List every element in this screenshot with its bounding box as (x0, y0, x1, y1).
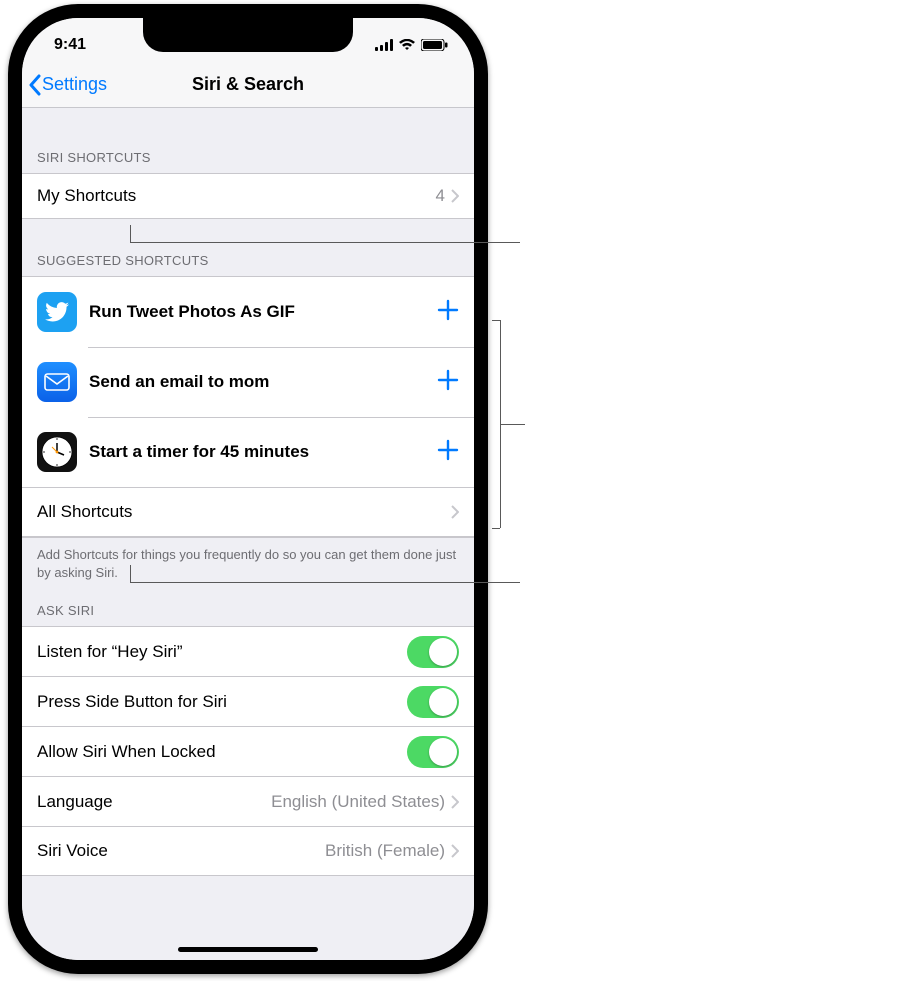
callout-line (130, 225, 131, 242)
chevron-right-icon (451, 189, 459, 203)
callout-line (492, 320, 500, 321)
volume-down-button (10, 284, 16, 354)
notch (143, 18, 353, 52)
wifi-icon (398, 39, 416, 51)
suggested-shortcut-row[interactable]: Run Tweet Photos As GIF (22, 277, 474, 347)
group-suggested: Run Tweet Photos As GIF Send an email to… (22, 276, 474, 538)
iphone-frame: 9:41 Settings S (8, 4, 488, 974)
callout-line (130, 582, 520, 583)
suggested-shortcut-label: Start a timer for 45 minutes (89, 442, 427, 462)
add-shortcut-button[interactable] (427, 364, 459, 400)
battery-icon (421, 39, 448, 51)
label-hey-siri: Listen for “Hey Siri” (37, 642, 182, 662)
label-press-side-button: Press Side Button for Siri (37, 692, 227, 712)
navigation-bar: Settings Siri & Search (22, 62, 474, 108)
status-right (375, 39, 448, 51)
row-my-shortcuts[interactable]: My Shortcuts 4 (22, 173, 474, 219)
label-my-shortcuts: My Shortcuts (37, 186, 136, 206)
suggested-shortcut-row[interactable]: Send an email to mom (22, 347, 474, 417)
chevron-right-icon (451, 505, 459, 519)
label-language: Language (37, 792, 113, 812)
chevron-left-icon (28, 74, 42, 96)
callout-line (130, 565, 131, 582)
screen: 9:41 Settings S (22, 18, 474, 960)
row-all-shortcuts[interactable]: All Shortcuts (22, 487, 474, 537)
section-footer-suggested: Add Shortcuts for things you frequently … (22, 538, 474, 581)
clock-app-icon (37, 432, 77, 472)
add-shortcut-button[interactable] (427, 294, 459, 330)
suggested-shortcut-label: Send an email to mom (89, 372, 427, 392)
value-my-shortcuts-count: 4 (436, 186, 445, 206)
callout-line (130, 242, 520, 243)
volume-up-button (10, 204, 16, 274)
value-siri-voice: British (Female) (325, 841, 445, 861)
row-hey-siri[interactable]: Listen for “Hey Siri” (22, 626, 474, 676)
section-header-ask-siri: ASK SIRI (22, 581, 474, 626)
back-button[interactable]: Settings (28, 74, 107, 96)
callout-line (492, 528, 500, 529)
row-siri-voice[interactable]: Siri Voice British (Female) (22, 826, 474, 876)
label-siri-voice: Siri Voice (37, 841, 108, 861)
label-allow-when-locked: Allow Siri When Locked (37, 742, 216, 762)
content[interactable]: SIRI SHORTCUTS My Shortcuts 4 SUGGESTED … (22, 108, 474, 960)
group-ask-siri: Listen for “Hey Siri” Press Side Button … (22, 626, 474, 876)
add-shortcut-button[interactable] (427, 434, 459, 470)
switch-allow-when-locked[interactable] (407, 736, 459, 768)
section-header-suggested: SUGGESTED SHORTCUTS (22, 219, 474, 276)
cellular-icon (375, 39, 393, 51)
mute-switch (10, 154, 16, 190)
suggested-shortcut-row[interactable]: Start a timer for 45 minutes (22, 417, 474, 487)
row-allow-when-locked[interactable]: Allow Siri When Locked (22, 726, 474, 776)
chevron-right-icon (451, 844, 459, 858)
suggested-shortcut-label: Run Tweet Photos As GIF (89, 302, 427, 322)
row-language[interactable]: Language English (United States) (22, 776, 474, 826)
plus-icon (437, 369, 459, 391)
group-my-shortcuts: My Shortcuts 4 (22, 173, 474, 219)
value-language: English (United States) (271, 792, 445, 812)
status-time: 9:41 (54, 36, 86, 54)
switch-press-side-button[interactable] (407, 686, 459, 718)
row-press-side-button[interactable]: Press Side Button for Siri (22, 676, 474, 726)
plus-icon (437, 439, 459, 461)
home-indicator[interactable] (178, 947, 318, 952)
callout-line (500, 424, 525, 425)
section-header-shortcuts: SIRI SHORTCUTS (22, 112, 474, 173)
plus-icon (437, 299, 459, 321)
label-all-shortcuts: All Shortcuts (37, 502, 132, 522)
twitter-app-icon (37, 292, 77, 332)
chevron-right-icon (451, 795, 459, 809)
power-button (480, 234, 486, 344)
mail-app-icon (37, 362, 77, 402)
back-label: Settings (42, 74, 107, 95)
switch-hey-siri[interactable] (407, 636, 459, 668)
